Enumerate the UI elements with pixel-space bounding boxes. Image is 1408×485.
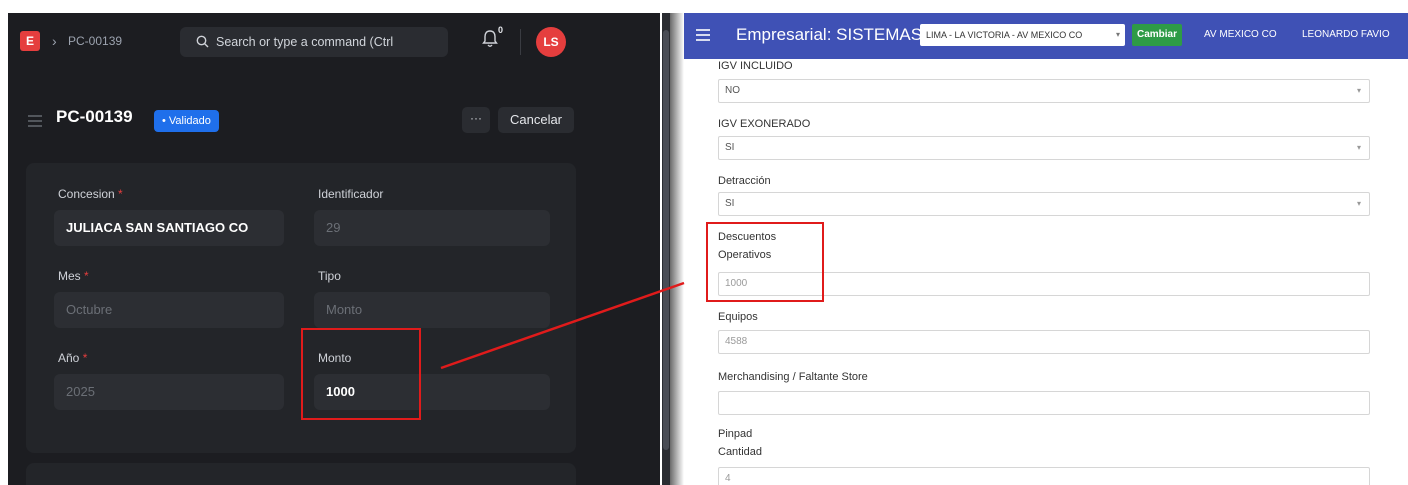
- equipos-field[interactable]: 4588: [718, 330, 1370, 354]
- dropdown-caret-icon: ▾: [1356, 199, 1361, 208]
- search-bar[interactable]: Search or type a command (Ctrl: [180, 27, 448, 57]
- top-bar: E › PC-00139 Search or type a command (C…: [8, 13, 660, 73]
- menu-icon[interactable]: [28, 115, 42, 127]
- user-menu[interactable]: LEONARDO FAVIO: [1302, 29, 1390, 40]
- concesion-label: Concesion *: [58, 187, 123, 201]
- top-nav: Empresarial: SISTEMAS LIMA - LA VICTORIA…: [684, 13, 1408, 59]
- chevron-right-icon: ›: [52, 33, 57, 49]
- status-badge: • Validado: [154, 110, 219, 132]
- company-title: Empresarial: SISTEMAS: [736, 25, 923, 44]
- dropdown-caret-icon: ▾: [1356, 143, 1361, 152]
- search-placeholder: Search or type a command (Ctrl: [216, 35, 394, 49]
- bell-icon[interactable]: [482, 29, 498, 49]
- highlight-box-monto: [301, 328, 421, 420]
- merchandising-label: Merchandising / Faltante Store: [718, 371, 868, 383]
- identificador-field[interactable]: 29: [314, 210, 550, 246]
- concesion-field[interactable]: JULIACA SAN SANTIAGO CO: [54, 210, 284, 246]
- cantidad-label: Cantidad: [718, 446, 763, 458]
- detraccion-label: Detracción: [718, 175, 771, 187]
- pinpad-label: Pinpad: [718, 428, 753, 440]
- tipo-label: Tipo: [318, 269, 341, 283]
- location-select[interactable]: LIMA - LA VICTORIA - AV MEXICO CO ▾: [920, 24, 1125, 46]
- search-icon: [196, 35, 209, 48]
- anio-label: Año *: [58, 351, 88, 365]
- notification-count: 0: [498, 25, 504, 35]
- cantidad-field[interactable]: 4: [718, 467, 1370, 485]
- avatar[interactable]: LS: [536, 27, 566, 57]
- tipo-field[interactable]: Monto: [314, 292, 550, 328]
- dropdown-caret-icon: ▾: [1115, 30, 1120, 39]
- highlight-box-descuentos: [706, 222, 824, 302]
- anio-field[interactable]: 2025: [54, 374, 284, 410]
- equipos-label: Equipos: [718, 311, 758, 323]
- mes-label: Mes *: [58, 269, 89, 283]
- igv-exonerado-label: IGV EXONERADO: [718, 118, 811, 130]
- breadcrumb[interactable]: PC-00139: [68, 34, 122, 48]
- cambiar-button[interactable]: Cambiar: [1132, 24, 1182, 46]
- page-title: PC-00139: [56, 107, 133, 126]
- igv-incluido-label: IGV INCLUIDO: [718, 60, 793, 72]
- igv-incluido-select[interactable]: NO ▾: [718, 79, 1370, 103]
- cancel-button[interactable]: Cancelar: [498, 107, 574, 133]
- panel-divider: [670, 13, 684, 485]
- store-link[interactable]: AV MEXICO CO: [1204, 29, 1277, 40]
- form-card-secondary: [26, 463, 576, 485]
- igv-exonerado-select[interactable]: SI ▾: [718, 136, 1370, 160]
- mes-field[interactable]: Octubre: [54, 292, 284, 328]
- more-options-button[interactable]: ···: [462, 107, 490, 133]
- logo-icon[interactable]: E: [20, 31, 40, 51]
- menu-icon[interactable]: [696, 29, 710, 41]
- detraccion-select[interactable]: SI ▾: [718, 192, 1370, 216]
- dropdown-caret-icon: ▾: [1356, 86, 1361, 95]
- identificador-label: Identificador: [318, 187, 384, 201]
- scrollbar-thumb[interactable]: [663, 30, 669, 450]
- merchandising-field[interactable]: [718, 391, 1370, 415]
- divider: [520, 29, 521, 55]
